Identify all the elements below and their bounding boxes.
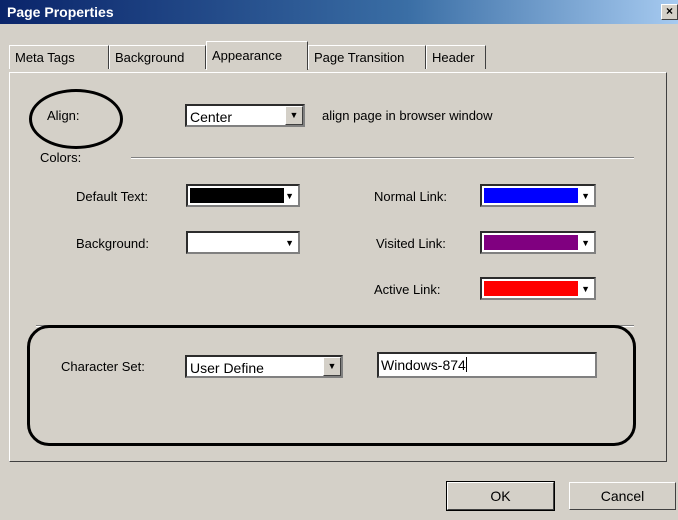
normal-link-color-picker[interactable]: ▼ [480,184,596,207]
visited-link-swatch [484,235,578,250]
colors-section-label: Colors: [40,150,82,165]
chevron-down-icon: ▼ [285,191,294,201]
tab-meta-tags[interactable]: Meta Tags [9,45,109,69]
tab-header[interactable]: Header [426,45,486,69]
align-select[interactable]: Center ▼ [185,104,305,127]
chevron-down-icon: ▼ [581,191,590,201]
charset-highlight-box [27,325,636,446]
default-text-swatch [190,188,284,203]
background-swatch [190,235,284,250]
chevron-down-icon: ▼ [285,238,294,248]
align-hint: align page in browser window [322,108,493,123]
align-select-value: Center [190,109,233,125]
active-link-label: Active Link: [374,282,441,297]
page-properties-dialog: Page Properties × Meta Tags Background A… [0,0,678,520]
tab-appearance[interactable]: Appearance [206,41,308,70]
chevron-down-icon: ▼ [581,238,590,248]
tab-page-transition[interactable]: Page Transition [308,45,426,69]
chevron-down-icon[interactable]: ▼ [285,106,303,125]
window-title: Page Properties [7,4,114,20]
colors-separator [131,157,634,159]
align-highlight-ellipse [29,89,123,149]
normal-link-label: Normal Link: [374,189,447,204]
close-icon[interactable]: × [661,4,678,20]
ok-button[interactable]: OK [446,481,555,511]
cancel-button[interactable]: Cancel [569,482,676,510]
active-link-swatch [484,281,578,296]
default-text-color-picker[interactable]: ▼ [186,184,300,207]
tab-background[interactable]: Background [109,45,206,69]
background-color-picker[interactable]: ▼ [186,231,300,254]
title-bar[interactable]: Page Properties × [0,0,678,24]
normal-link-swatch [484,188,578,203]
background-color-label: Background: [76,236,149,251]
active-link-color-picker[interactable]: ▼ [480,277,596,300]
visited-link-label: Visited Link: [376,236,446,251]
default-text-label: Default Text: [76,189,149,204]
chevron-down-icon: ▼ [581,284,590,294]
visited-link-color-picker[interactable]: ▼ [480,231,596,254]
